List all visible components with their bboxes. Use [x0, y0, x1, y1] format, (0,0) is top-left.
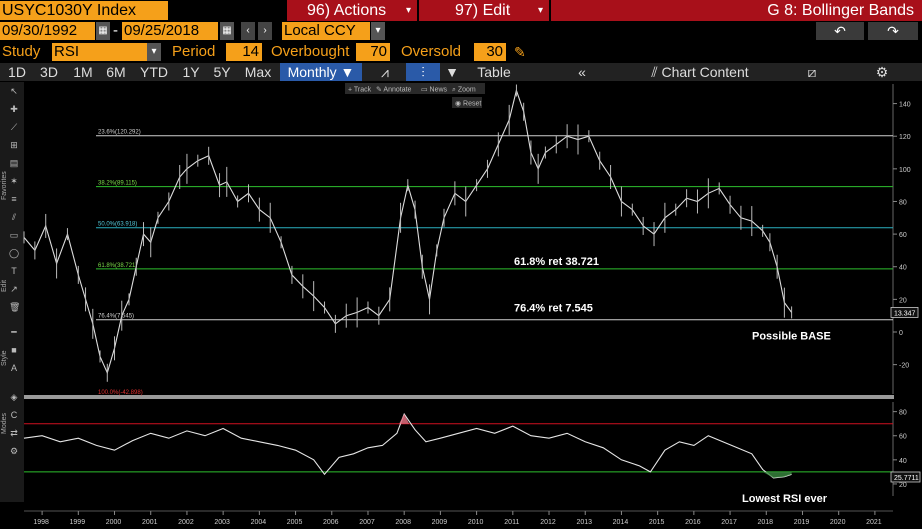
panel-separator	[24, 395, 894, 399]
rsi-oversold-fill	[762, 471, 792, 478]
chart-tools-overlay: + Track ✎ Annotate ▭ News ⌕ Zoom ◉ Reset	[345, 83, 485, 108]
x-tick-label: 2016	[685, 519, 701, 526]
rsi-y-tick-label: 20	[899, 482, 907, 489]
price-y-tick-label: 20	[899, 297, 907, 304]
x-tick-label: 2015	[649, 519, 665, 526]
annotation-76-4: 76.4% ret 7.545	[514, 303, 593, 315]
rsi-y-tick-label: 80	[899, 410, 907, 417]
fib-level-label: 61.8%(38.721)	[98, 263, 137, 269]
price-y-tick-label: 140	[899, 102, 911, 109]
annotation-61-8: 61.8% ret 38.721	[514, 256, 599, 268]
x-tick-label: 2014	[613, 519, 629, 526]
fib-level-label: 76.4%(7.545)	[98, 314, 134, 320]
rsi-last-label: 25.7711	[894, 475, 919, 482]
chart-tool-annotate: ✎ Annotate	[376, 87, 412, 94]
fib-level-label: 100.0%(-42.898)	[98, 390, 143, 396]
x-tick-label: 1998	[33, 519, 49, 526]
x-tick-label: 2008	[395, 519, 411, 526]
fib-level-label: 38.2%(89.115)	[98, 181, 137, 187]
rsi-panel: 20 40 60 80 25.7711 Lowest RSI ever	[23, 402, 921, 505]
x-tick-label: 2020	[830, 519, 846, 526]
chart-tool-zoom: ⌕ Zoom	[452, 87, 476, 94]
x-tick-label: 2002	[178, 519, 194, 526]
price-y-tick-label: 0	[899, 330, 903, 337]
x-tick-label: 2003	[214, 519, 230, 526]
last-price-label: 13.347	[894, 310, 916, 317]
chart-svg: -20 0 20 40 60 80 100 120 140 23.6%(120.292) 38.2%…	[23, 83, 921, 526]
fib-level-label: 50.0%(63.918)	[98, 222, 137, 228]
x-tick-label: 2007	[359, 519, 375, 526]
price-y-tick-label: 60	[899, 232, 907, 239]
x-tick-label: 2000	[106, 519, 122, 526]
x-tick-label: 2009	[432, 519, 448, 526]
annotation-lowest-rsi: Lowest RSI ever	[742, 493, 828, 505]
annotation-possible-base: Possible BASE	[752, 331, 831, 343]
chart-tool-news: ▭ News	[421, 87, 448, 94]
x-tick-label: 2013	[576, 519, 592, 526]
fib-level-label: 23.6%(120.292)	[98, 130, 141, 136]
x-tick-label: 2012	[540, 519, 556, 526]
x-tick-label: 2021	[866, 519, 882, 526]
x-tick-label: 2010	[468, 519, 484, 526]
price-y-tick-label: 80	[899, 199, 907, 206]
x-tick-label: 2005	[287, 519, 303, 526]
price-y-tick-label: -20	[899, 363, 909, 370]
price-y-tick-label: 40	[899, 265, 907, 272]
x-tick-label: 2019	[794, 519, 810, 526]
rsi-y-tick-label: 60	[899, 434, 907, 441]
x-tick-label: 2006	[323, 519, 339, 526]
reset-button: ◉ Reset	[455, 101, 481, 108]
price-y-tick-label: 120	[899, 134, 911, 141]
x-tick-label: 2004	[251, 519, 267, 526]
x-tick-label: 1999	[70, 519, 86, 526]
x-axis: 1998 1999 2000 2001 2002 2003 2004 2005 2006 2007…	[24, 510, 893, 526]
x-tick-label: 2001	[142, 519, 158, 526]
x-tick-label: 2018	[757, 519, 773, 526]
x-tick-label: 2011	[504, 519, 519, 526]
price-panel: -20 0 20 40 60 80 100 120 140 23.6%(120.292) 38.2%…	[23, 84, 919, 399]
price-y-tick-label: 100	[899, 167, 911, 174]
chart-tool-track: + Track	[348, 87, 372, 94]
x-tick-label: 2017	[721, 519, 737, 526]
rsi-y-tick-label: 40	[899, 458, 907, 465]
